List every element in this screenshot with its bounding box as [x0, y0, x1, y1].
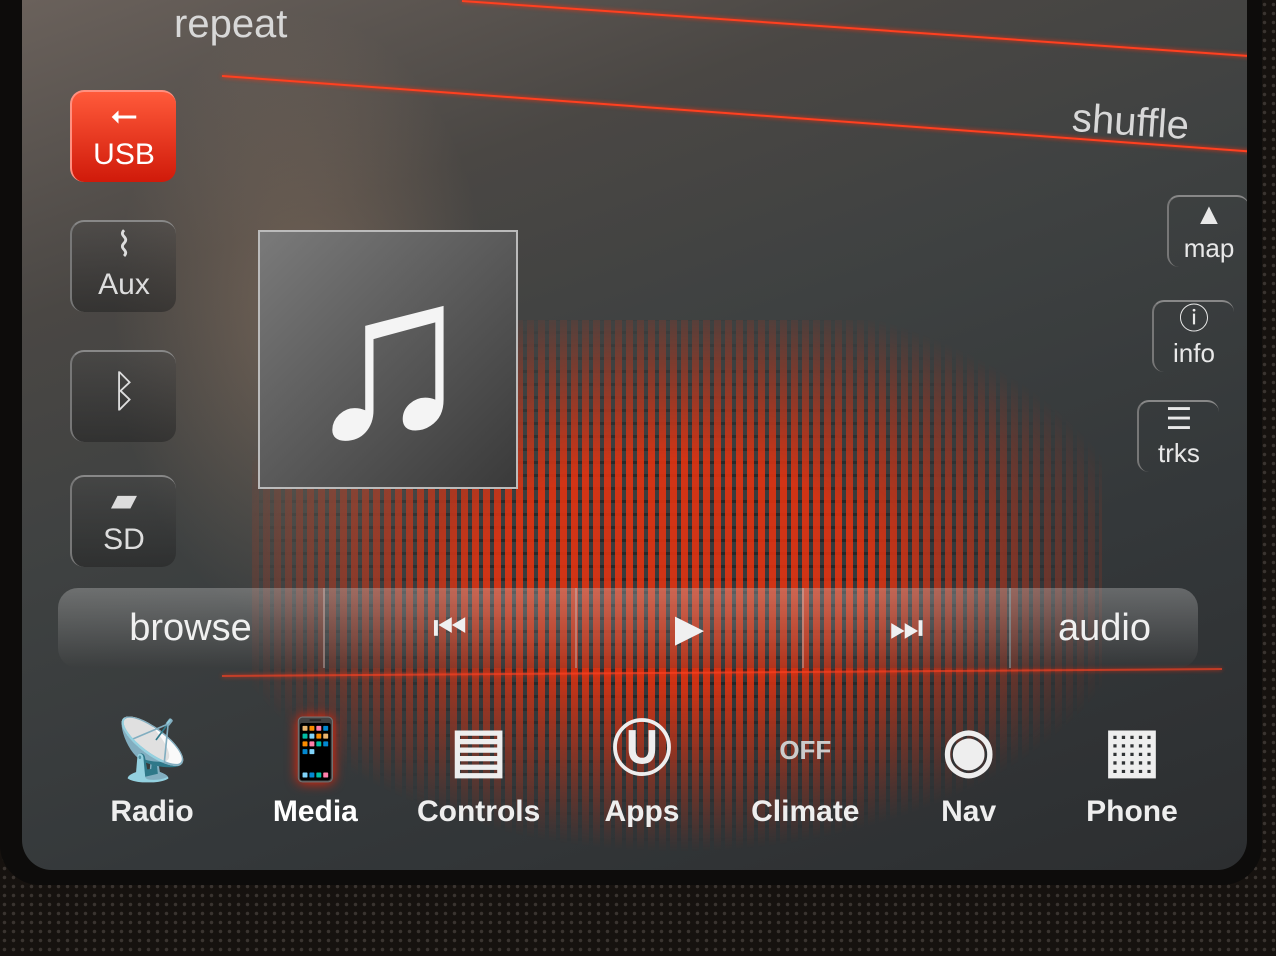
info-button[interactable]: ⓘ info	[1152, 300, 1234, 372]
nav-apps[interactable]: Ⓤ Apps	[572, 705, 712, 855]
button-label: map	[1183, 233, 1235, 263]
map-icon: ▲	[1194, 198, 1224, 231]
nav-climate[interactable]: OFF Climate	[735, 705, 875, 855]
shuffle-button[interactable]: shuffle	[1071, 96, 1191, 149]
nav-label: Apps	[604, 795, 680, 828]
tracks-list-icon: ☰	[1165, 403, 1193, 436]
source-usb-button[interactable]: ⭠ USB	[70, 90, 176, 182]
infotainment-screen: repeat shuffle ⭠ USB ⌇ Aux ᛒ ▰ SD ▲ map …	[22, 0, 1247, 870]
nav-media[interactable]: 📱 Media	[245, 705, 385, 855]
previous-track-button[interactable]: ⏮	[325, 588, 577, 668]
compass-icon: ◉	[942, 716, 995, 783]
nav-nav[interactable]: ◉ Nav	[899, 705, 1039, 855]
music-note-icon: ♫	[301, 228, 475, 485]
audio-button[interactable]: audio	[1011, 588, 1198, 668]
tracks-button[interactable]: ☰ trks	[1137, 400, 1219, 472]
source-bluetooth-button[interactable]: ᛒ	[70, 350, 176, 442]
next-track-button[interactable]: ⏭	[804, 588, 1011, 668]
nav-label: Radio	[110, 795, 194, 828]
transport-bar: browse ⏮ ▶ ⏭ audio	[58, 588, 1198, 668]
climate-off-icon: OFF	[779, 735, 832, 765]
previous-icon: ⏮	[432, 606, 468, 649]
button-label: trks	[1158, 438, 1200, 468]
media-phone-note-icon: 📱	[277, 716, 353, 783]
source-aux-button[interactable]: ⌇ Aux	[70, 220, 176, 312]
map-button[interactable]: ▲ map	[1167, 195, 1247, 267]
nav-phone[interactable]: ▦ Phone	[1062, 705, 1202, 855]
bottom-nav: 📡 Radio 📱 Media ▤ Controls Ⓤ Apps OFF Climate…	[82, 705, 1202, 855]
browse-button[interactable]: browse	[58, 588, 325, 668]
divider-line	[461, 0, 1247, 60]
seat-controls-icon: ▤	[450, 716, 507, 783]
info-icon: ⓘ	[1179, 303, 1209, 336]
play-icon: ▶	[674, 607, 705, 650]
nav-label: Controls	[416, 795, 541, 828]
nav-radio[interactable]: 📡 Radio	[82, 705, 222, 855]
radio-tower-icon: 📡	[114, 716, 190, 783]
nav-label: Phone	[1086, 795, 1178, 828]
sd-card-icon: ▰	[110, 481, 138, 519]
nav-label: Media	[272, 795, 358, 828]
source-sd-button[interactable]: ▰ SD	[70, 475, 176, 567]
aux-cable-icon: ⌇	[115, 226, 133, 264]
source-label: Aux	[98, 268, 150, 301]
album-art: ♫	[258, 230, 518, 489]
source-label: SD	[103, 523, 145, 556]
play-button[interactable]: ▶	[577, 588, 804, 668]
phone-keypad-icon: ▦	[1103, 716, 1161, 783]
uconnect-apps-icon: Ⓤ	[611, 716, 672, 783]
next-icon: ⏭	[889, 606, 924, 649]
usb-icon: ⭠	[110, 96, 138, 134]
button-label: info	[1173, 338, 1215, 368]
nav-controls[interactable]: ▤ Controls	[409, 705, 549, 855]
bluetooth-icon: ᛒ	[110, 367, 138, 416]
source-label: USB	[93, 138, 155, 171]
nav-label: Nav	[941, 795, 997, 828]
nav-label: Climate	[751, 795, 860, 828]
repeat-button[interactable]: repeat	[174, 2, 287, 47]
